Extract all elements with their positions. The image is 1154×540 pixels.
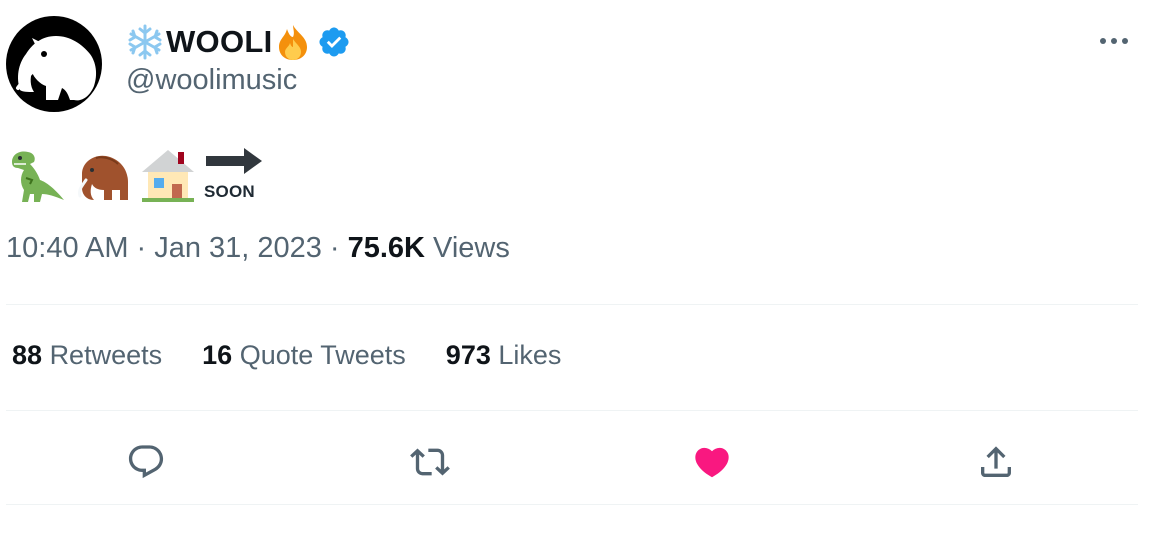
tweet-date[interactable]: Jan 31, 2023 (154, 232, 322, 265)
retweets-count: 88 (12, 340, 43, 370)
t-rex-emoji-icon (12, 151, 64, 202)
retweets-label: Retweets (49, 340, 163, 370)
reply-button[interactable] (124, 440, 168, 484)
views[interactable]: 75.6K Views (348, 232, 510, 265)
likes-count: 973 (445, 340, 491, 370)
divider (6, 304, 1138, 305)
dot (1111, 38, 1117, 44)
quote-tweets-stat[interactable]: 16 Quote Tweets (202, 340, 406, 371)
avatar[interactable] (6, 16, 102, 112)
house-emoji-icon (142, 150, 194, 202)
action-bar (0, 430, 1140, 490)
retweet-button[interactable] (408, 440, 452, 484)
separator: · (136, 232, 147, 264)
mammoth-emoji-icon (78, 155, 128, 200)
fire-emoji-icon (278, 25, 307, 60)
separator: · (329, 232, 340, 264)
divider (6, 504, 1138, 505)
author-display-name: WOOLI (166, 24, 273, 59)
reply-icon (128, 445, 164, 479)
snowflake-emoji-icon (128, 24, 162, 60)
author-handle[interactable]: @woolimusic (126, 64, 297, 97)
share-icon (981, 446, 1011, 477)
tweet-stats: 88 Retweets 16 Quote Tweets 973 Likes (12, 340, 561, 371)
tweet-time[interactable]: 10:40 AM (6, 232, 129, 265)
dot (1100, 38, 1106, 44)
like-button[interactable] (690, 440, 734, 484)
tweet-meta: 10:40 AM · Jan 31, 2023 · 75.6K Views (6, 232, 510, 265)
soon-label: SOON (204, 182, 255, 201)
quotes-label: Quote Tweets (239, 340, 406, 370)
divider (6, 410, 1138, 411)
share-button[interactable] (974, 440, 1018, 484)
views-count: 75.6K (347, 232, 425, 264)
retweets-stat[interactable]: 88 Retweets (12, 340, 162, 371)
tweet-text: SOON (6, 140, 264, 204)
retweet-icon (410, 448, 450, 476)
likes-label: Likes (498, 340, 562, 370)
quotes-count: 16 (202, 340, 233, 370)
author-name-row[interactable]: WOOLI (126, 22, 351, 62)
verified-badge-icon (319, 27, 349, 57)
dot (1122, 38, 1128, 44)
more-options-icon[interactable] (1100, 30, 1140, 52)
heart-icon (695, 447, 729, 478)
soon-arrow-emoji-icon: SOON (204, 144, 264, 204)
views-label: Views (433, 232, 510, 264)
right-arrow-icon (206, 148, 262, 174)
likes-stat[interactable]: 973 Likes (446, 340, 562, 371)
mammoth-logo-icon (16, 36, 97, 101)
